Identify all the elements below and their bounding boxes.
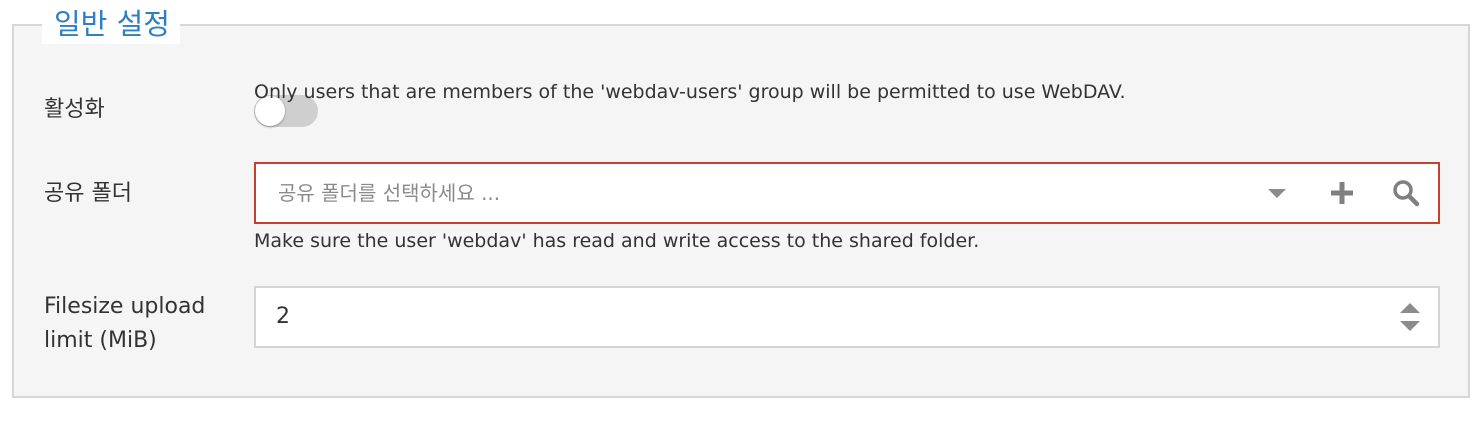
chevron-down-icon[interactable] xyxy=(1257,164,1297,222)
enable-label: 활성화 xyxy=(44,97,105,122)
spinner-up-icon[interactable] xyxy=(1398,300,1422,316)
shared-folder-label: 공유 폴더 xyxy=(44,181,132,206)
upload-limit-value[interactable]: 2 xyxy=(276,288,290,346)
section-legend: 일반 설정 xyxy=(42,4,180,44)
enable-help-text: Only users that are members of the 'webd… xyxy=(254,81,1126,103)
shared-folder-combobox[interactable]: 공유 폴더를 선택하세요 ... xyxy=(254,162,1440,224)
spinner xyxy=(1398,300,1422,334)
upload-limit-label-line2: limit (MiB) xyxy=(44,328,157,353)
search-icon[interactable] xyxy=(1386,164,1426,222)
upload-limit-label-line1: Filesize upload xyxy=(44,294,206,319)
upload-limit-input[interactable]: 2 xyxy=(254,286,1440,348)
spinner-down-icon[interactable] xyxy=(1398,318,1422,334)
shared-folder-input[interactable]: 공유 폴더를 선택하세요 ... xyxy=(278,164,500,222)
shared-folder-help-text: Make sure the user 'webdav' has read and… xyxy=(254,230,980,252)
plus-icon[interactable] xyxy=(1322,164,1362,222)
